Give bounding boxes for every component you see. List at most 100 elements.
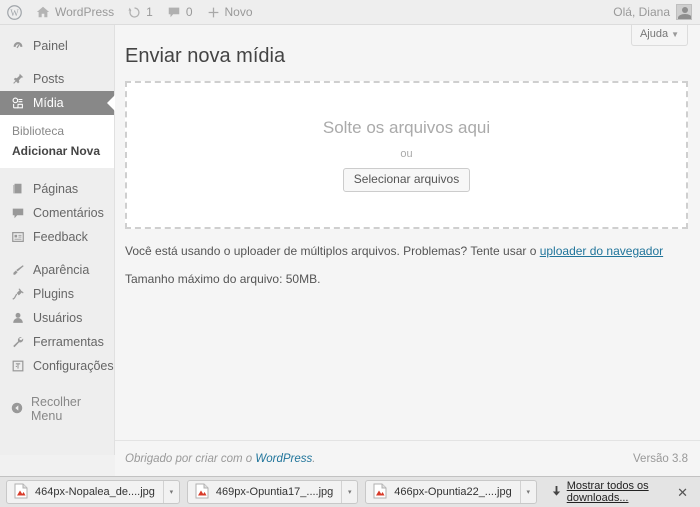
download-file-name: 469px-Opuntia17_....jpg	[215, 486, 334, 498]
download-item[interactable]: 464px-Nopalea_de....jpg ▾	[6, 480, 180, 504]
collapse-menu-label: Recolher Menu	[31, 395, 82, 423]
sidebar-item-posts[interactable]: Posts	[0, 67, 114, 91]
avatar	[676, 4, 692, 20]
adminbar-new-label: Novo	[224, 5, 253, 19]
max-upload-size-note: Tamanho máximo do arquivo: 50MB.	[125, 272, 321, 286]
plugins-plug-icon	[10, 286, 26, 302]
sidebar-item-label: Feedback	[33, 230, 88, 244]
sidebar-item-label: Configurações	[33, 359, 114, 373]
sidebar-item-label: Mídia	[33, 96, 64, 110]
comment-bubble-icon	[10, 205, 26, 221]
sidebar-item-aparencia[interactable]: Aparência	[0, 258, 114, 282]
menu-separator	[0, 25, 114, 34]
sidebar-item-label: Plugins	[33, 287, 74, 301]
show-all-downloads-label: Mostrar todos os downloads...	[566, 480, 649, 504]
help-tab-button[interactable]: Ajuda ▼	[630, 25, 688, 46]
sidebar-subitem-label: Adicionar Nova	[12, 144, 101, 158]
users-icon	[10, 310, 26, 326]
show-all-downloads-button[interactable]: Mostrar todos os downloads...	[551, 480, 658, 504]
adminbar-wp-logo[interactable]: W	[0, 0, 29, 24]
download-item[interactable]: 469px-Opuntia17_....jpg ▾	[186, 480, 359, 504]
adminbar-site-label: WordPress	[55, 5, 115, 19]
sidebar-submenu-midia: Biblioteca Adicionar Nova	[0, 115, 114, 168]
dropzone-title: Solte os arquivos aqui	[322, 118, 491, 137]
adminbar-updates-count: 1	[146, 5, 153, 19]
adminbar-comments[interactable]: 0	[160, 0, 200, 24]
sidebar-item-label: Aparência	[33, 263, 90, 277]
footer-thanks: Obrigado por criar com o WordPress.	[125, 453, 315, 465]
image-file-icon	[195, 483, 211, 501]
sidebar-item-feedback[interactable]: Feedback	[0, 225, 114, 249]
menu-separator	[0, 58, 114, 67]
pages-icon	[10, 181, 26, 197]
appearance-brush-icon	[10, 262, 26, 278]
multi-uploader-note: Você está usando o uploader de múltiplos…	[125, 243, 688, 259]
sidebar-item-comentarios[interactable]: Comentários	[0, 201, 114, 225]
media-icon	[10, 95, 26, 111]
download-arrow-icon	[551, 485, 562, 500]
feedback-icon	[10, 229, 26, 245]
footer-version: Versão 3.8	[633, 452, 688, 465]
footer-wordpress-link[interactable]: WordPress	[255, 453, 312, 465]
admin-footer: Obrigado por criar com o WordPress. Vers…	[115, 440, 700, 476]
sidebar-item-ferramentas[interactable]: Ferramentas	[0, 330, 114, 354]
adminbar-site-name[interactable]: WordPress	[29, 0, 121, 24]
main-content: Ajuda ▼ Enviar nova mídia Solte os arquiv…	[115, 25, 700, 476]
sidebar-item-label: Ferramentas	[33, 335, 104, 349]
chevron-down-icon: ▼	[671, 30, 679, 39]
active-menu-arrow	[107, 95, 115, 111]
download-item[interactable]: 466px-Opuntia22_....jpg ▾	[365, 480, 537, 504]
browser-uploader-link[interactable]: uploader do navegador	[540, 244, 663, 258]
sidebar-item-label: Usuários	[33, 311, 83, 325]
svg-text:W: W	[10, 7, 19, 17]
comment-bubble-icon	[167, 5, 181, 19]
footer-thanks-prefix: Obrigado por criar com o	[125, 452, 256, 465]
sidebar-item-label: Posts	[33, 72, 65, 86]
sidebar-item-label: Painel	[33, 39, 68, 53]
settings-gear-icon	[10, 358, 26, 374]
wordpress-logo-icon: W	[7, 4, 22, 20]
admin-bar: W WordPress 1 0 Novo Olá, Diana	[0, 0, 700, 25]
collapse-arrow-icon	[10, 401, 24, 418]
sidebar-item-plugins[interactable]: Plugins	[0, 282, 114, 306]
download-file-name: 464px-Nopalea_de....jpg	[35, 486, 155, 498]
plus-icon	[207, 6, 220, 19]
multi-uploader-note-text: Você está usando o uploader de múltiplos…	[125, 244, 540, 258]
select-files-button[interactable]: Selecionar arquivos	[342, 168, 471, 192]
sidebar-item-label: Comentários	[33, 206, 104, 220]
upload-dropzone[interactable]: Solte os arquivos aqui ou Selecionar arq…	[125, 81, 688, 229]
close-icon[interactable]: ✕	[665, 486, 694, 499]
adminbar-greeting: Olá, Diana	[613, 5, 670, 19]
footer-thanks-suffix: .	[312, 452, 316, 465]
download-menu-caret-icon[interactable]: ▾	[162, 481, 179, 503]
updates-icon	[128, 6, 141, 19]
sidebar-item-configuracoes[interactable]: Configurações	[0, 354, 114, 378]
help-tab-label: Ajuda	[639, 28, 669, 40]
adminbar-my-account[interactable]: Olá, Diana	[613, 4, 700, 20]
sidebar-item-midia[interactable]: Mídia	[0, 91, 115, 115]
menu-separator	[0, 249, 114, 258]
tools-wrench-icon	[10, 334, 26, 350]
sidebar-item-usuarios[interactable]: Usuários	[0, 306, 114, 330]
sidebar-item-label: Páginas	[33, 182, 79, 196]
page-title: Enviar nova mídia	[125, 45, 286, 67]
dropzone-or-label: ou	[400, 148, 413, 160]
wordpress-admin-page: W WordPress 1 0 Novo Olá, Diana Painel P…	[0, 0, 700, 507]
sidebar-item-paginas[interactable]: Páginas	[0, 177, 114, 201]
download-menu-caret-icon[interactable]: ▾	[341, 481, 357, 503]
image-file-icon	[14, 483, 30, 501]
adminbar-comments-count: 0	[185, 5, 193, 19]
adminbar-updates[interactable]: 1	[121, 0, 160, 24]
home-icon	[36, 5, 50, 19]
sidebar-item-painel[interactable]: Painel	[0, 34, 114, 58]
collapse-menu-button[interactable]: Recolher Menu	[0, 395, 114, 423]
menu-separator	[0, 168, 114, 177]
pin-icon	[10, 71, 26, 87]
sidebar-subitem-adicionar-nova[interactable]: Adicionar Nova	[0, 141, 114, 161]
sidebar-subitem-biblioteca[interactable]: Biblioteca	[0, 121, 114, 141]
sidebar-subitem-label: Biblioteca	[12, 124, 65, 138]
dashboard-icon	[10, 38, 26, 54]
download-menu-caret-icon[interactable]: ▾	[519, 481, 536, 503]
image-file-icon	[373, 483, 389, 501]
adminbar-new-content[interactable]: Novo	[200, 0, 260, 24]
